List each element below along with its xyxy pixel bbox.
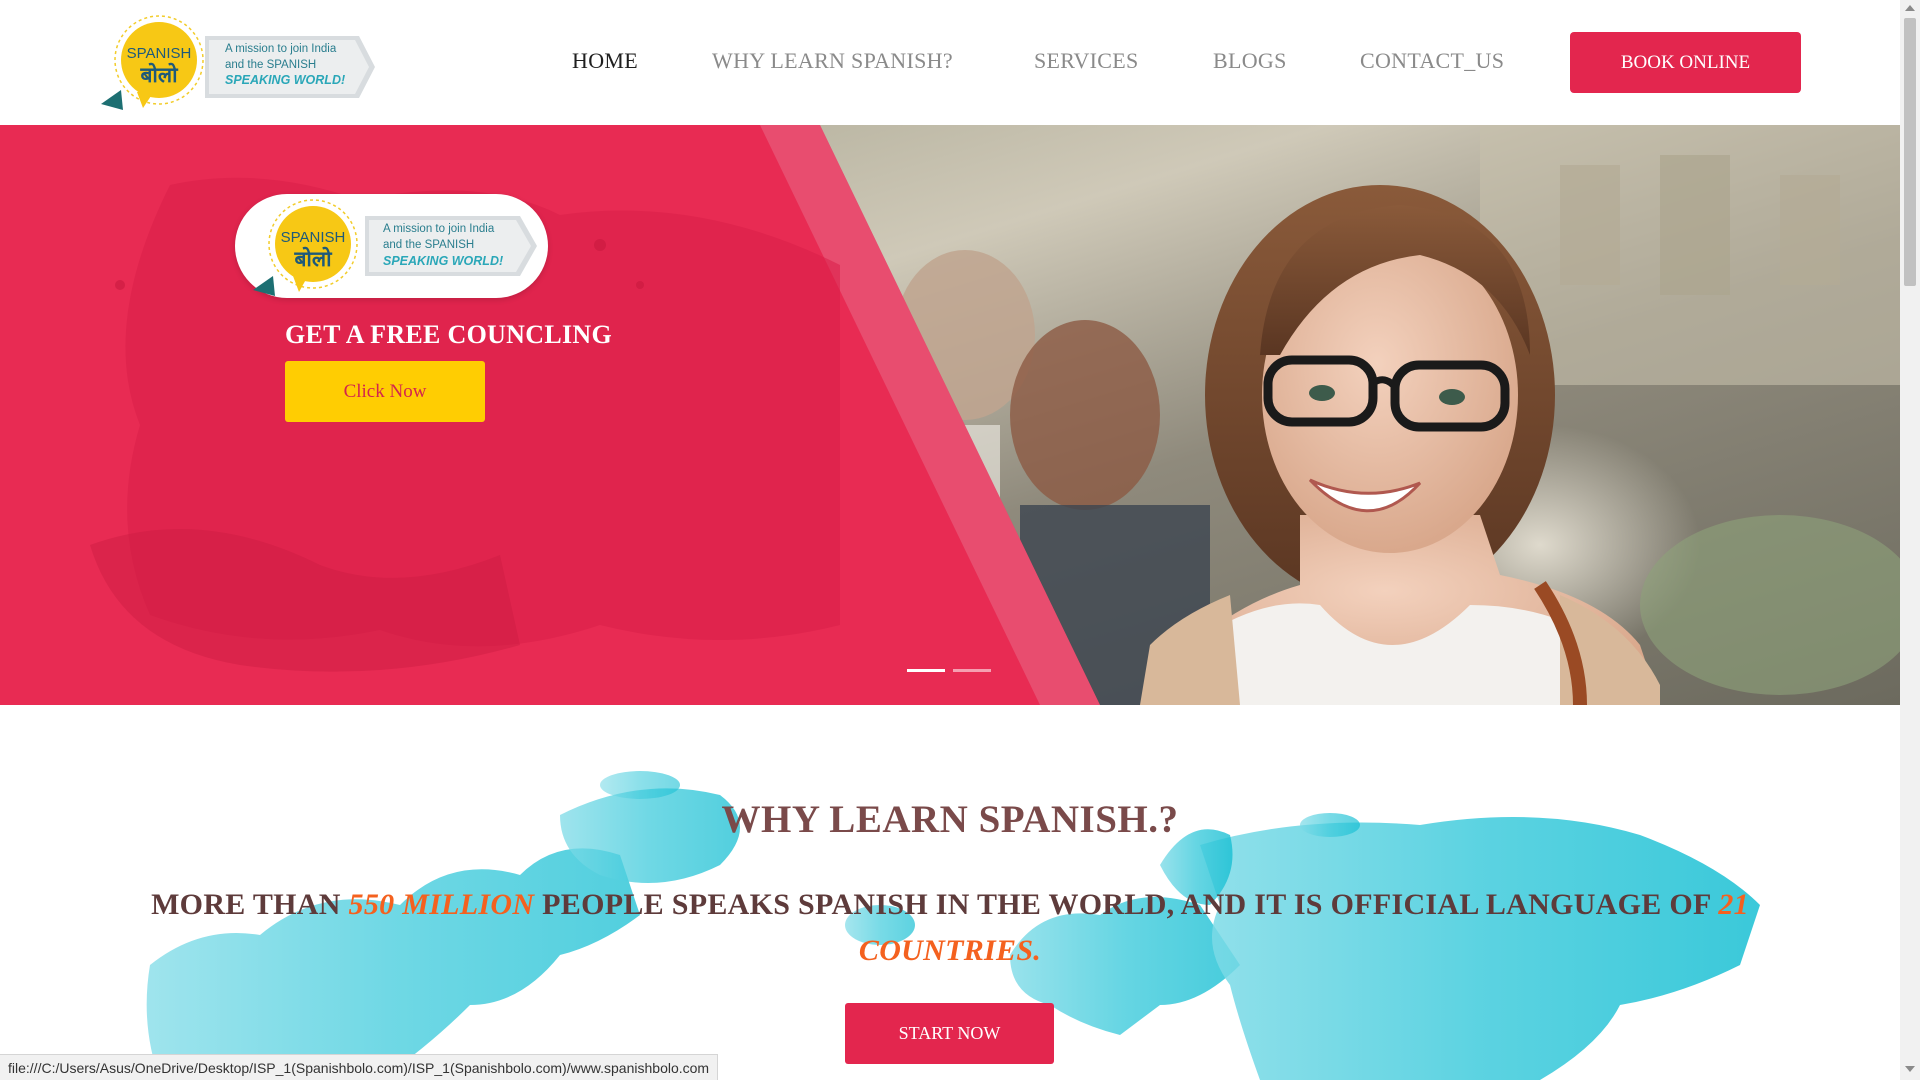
carousel-indicators <box>907 669 991 672</box>
hero-tagline-1: A mission to join India <box>383 223 495 235</box>
scroll-thumb[interactable] <box>1904 18 1916 286</box>
status-bar-url: file:///C:/Users/Asus/OneDrive/Desktop/I… <box>0 1054 719 1080</box>
hero-logo: A mission to join India and the SPANISH … <box>235 194 548 298</box>
nav-blogs[interactable]: BLOGS <box>1213 48 1287 74</box>
why-text-2: PEOPLE SPEAKS SPANISH IN THE WORLD, AND … <box>534 888 1719 921</box>
nav-why-learn-spanish[interactable]: WHY LEARN SPANISH? <box>712 48 953 74</box>
carousel-dot-2[interactable] <box>953 669 991 672</box>
scroll-down-arrow-icon[interactable] <box>1905 1066 1915 1072</box>
navbar: A mission to join India and the SPANISH … <box>0 0 1900 125</box>
hero-heading: GET A FREE COUNCLING <box>285 320 612 349</box>
nav-home[interactable]: HOME <box>572 48 638 74</box>
scroll-up-arrow-icon[interactable] <box>1905 5 1915 11</box>
hero-word-2: बोलो <box>293 246 333 271</box>
hero-logo-graphic: A mission to join India and the SPANISH … <box>253 199 537 296</box>
book-online-button[interactable]: BOOK ONLINE <box>1570 32 1801 93</box>
why-description: MORE THAN 550 MILLION PEOPLE SPEAKS SPAN… <box>130 882 1770 974</box>
nav-services[interactable]: SERVICES <box>1034 48 1139 74</box>
nav-contact-us[interactable]: CONTACT_US <box>1360 48 1504 74</box>
why-text-1: MORE THAN <box>151 888 349 921</box>
start-now-button[interactable]: START NOW <box>845 1003 1054 1064</box>
hero-tagline-2: and the SPANISH <box>383 239 474 251</box>
hero-word-1: SPANISH <box>281 229 346 246</box>
hero-tagline-3: SPEAKING WORLD! <box>383 254 503 268</box>
carousel-dot-1[interactable] <box>907 669 945 672</box>
why-title: WHY LEARN SPANISH.? <box>721 798 1179 841</box>
click-now-button[interactable]: Click Now <box>285 361 485 422</box>
why-learn-section: WHY LEARN SPANISH.? MORE THAN 550 MILLIO… <box>0 705 1900 1080</box>
hero-carousel: A mission to join India and the SPANISH … <box>0 125 1900 705</box>
vertical-scrollbar[interactable] <box>1900 0 1920 1080</box>
why-highlight-million: 550 MILLION <box>348 888 535 921</box>
